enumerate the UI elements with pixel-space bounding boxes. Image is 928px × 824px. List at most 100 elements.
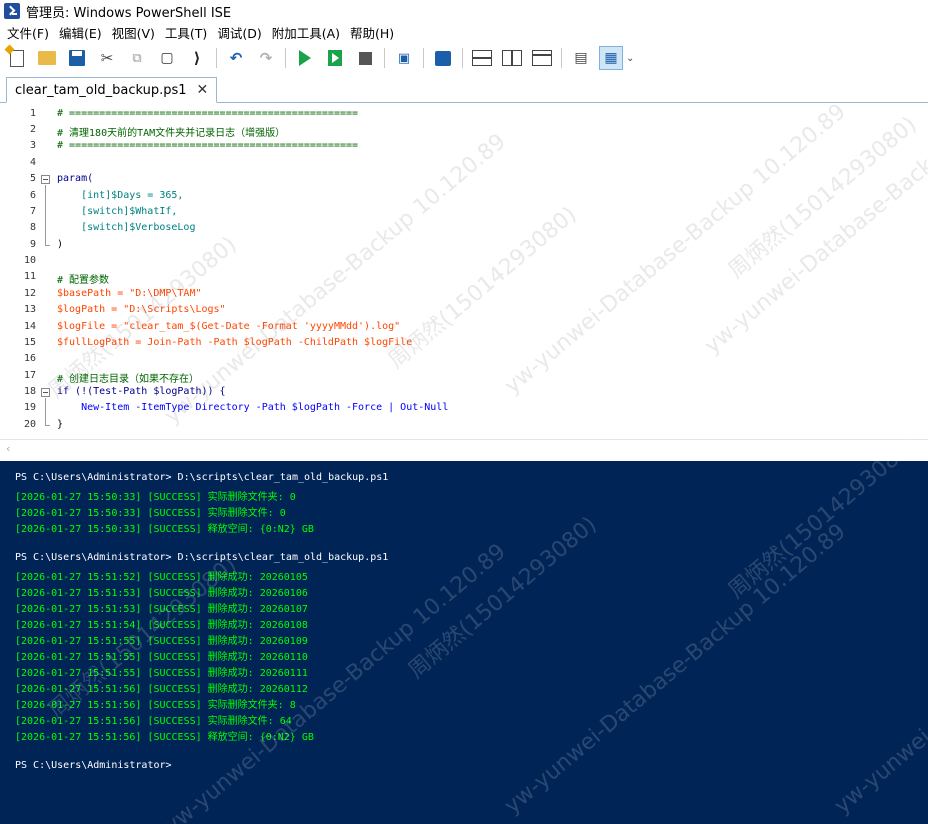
console-line: [2026-01-27 15:51:55] [SUCCESS] 删除成功: 20… bbox=[15, 668, 308, 679]
code-line: # 创建日志目录（如果不存在） bbox=[57, 374, 200, 385]
layout-top-icon[interactable] bbox=[471, 47, 493, 69]
fold-toggle-icon[interactable] bbox=[41, 388, 50, 397]
title-bar: 管理员: Windows PowerShell ISE bbox=[0, 0, 928, 22]
code-line: $logPath = "D:\Scripts\Logs" bbox=[57, 304, 226, 315]
run-selection-icon[interactable] bbox=[324, 47, 346, 69]
line-number-gutter: 1 2 3 4 5 6 7 8 9 10 11 12 13 14 15 16 1… bbox=[0, 104, 38, 439]
copy-icon[interactable]: ⧉ bbox=[126, 47, 148, 69]
console-line: [2026-01-27 15:50:33] [SUCCESS] 实际删除文件夹:… bbox=[15, 492, 296, 503]
tab-label: clear_tam_old_backup.ps1 bbox=[15, 82, 187, 98]
console-icon[interactable]: ⟩ bbox=[186, 47, 208, 69]
console-line: [2026-01-27 15:51:53] [SUCCESS] 删除成功: 20… bbox=[15, 604, 308, 615]
line-number: 13 bbox=[23, 304, 36, 315]
console-line: PS C:\Users\Administrator> D:\scripts\cl… bbox=[15, 472, 389, 483]
code-line: [switch]$VerboseLog bbox=[57, 222, 196, 233]
line-number: 7 bbox=[29, 206, 36, 217]
console-line: [2026-01-27 15:51:53] [SUCCESS] 删除成功: 20… bbox=[15, 588, 308, 599]
powershell-icon[interactable] bbox=[432, 47, 454, 69]
console-line: [2026-01-27 15:50:33] [SUCCESS] 实际删除文件: … bbox=[15, 508, 286, 519]
stop-icon[interactable] bbox=[354, 47, 376, 69]
menu-file[interactable]: 文件(F) bbox=[2, 23, 54, 42]
code-line: # ======================================… bbox=[57, 108, 359, 119]
line-number: 15 bbox=[23, 337, 36, 348]
line-number: 4 bbox=[29, 157, 36, 168]
open-icon[interactable] bbox=[36, 47, 58, 69]
line-number: 8 bbox=[29, 222, 36, 233]
run-icon[interactable] bbox=[294, 47, 316, 69]
toolbar-separator bbox=[462, 48, 463, 68]
toolbar-separator bbox=[384, 48, 385, 68]
menu-help[interactable]: 帮助(H) bbox=[345, 23, 399, 42]
tab-clear-tam-old-backup[interactable]: clear_tam_old_backup.ps1 ✕ bbox=[6, 77, 218, 103]
code-line: ) bbox=[57, 239, 64, 250]
console-line: [2026-01-27 15:51:56] [SUCCESS] 实际删除文件: … bbox=[15, 716, 292, 727]
code-line: New-Item -ItemType Directory -Path $logP… bbox=[57, 402, 449, 413]
console-line: [2026-01-27 15:50:33] [SUCCESS] 释放空间: {0… bbox=[15, 524, 314, 535]
console-line: [2026-01-27 15:51:56] [SUCCESS] 删除成功: 20… bbox=[15, 684, 308, 695]
powershell-ise-icon bbox=[4, 3, 20, 19]
paste-icon[interactable]: ▢ bbox=[156, 47, 178, 69]
menu-addons[interactable]: 附加工具(A) bbox=[267, 23, 345, 42]
console-line: [2026-01-27 15:51:55] [SUCCESS] 删除成功: 20… bbox=[15, 652, 308, 663]
console-line: [2026-01-27 15:51:54] [SUCCESS] 删除成功: 20… bbox=[15, 620, 308, 631]
addon-pane-icon[interactable]: ▦ bbox=[599, 46, 623, 70]
code-line: [int]$Days = 365, bbox=[57, 190, 184, 201]
remote-icon[interactable]: ▣ bbox=[393, 47, 415, 69]
fold-guide bbox=[45, 398, 46, 425]
menu-view[interactable]: 视图(V) bbox=[107, 23, 160, 42]
line-number: 5 bbox=[29, 173, 36, 184]
layout-max-icon[interactable] bbox=[531, 47, 553, 69]
toolbar-separator bbox=[423, 48, 424, 68]
fold-guide-end bbox=[45, 425, 50, 426]
line-number: 16 bbox=[23, 353, 36, 364]
overflow-icon[interactable]: ⌄ bbox=[626, 53, 634, 64]
menu-debug[interactable]: 调试(D) bbox=[212, 23, 266, 42]
new-script-icon[interactable] bbox=[6, 47, 28, 69]
toolbar-separator bbox=[216, 48, 217, 68]
line-number: 2 bbox=[29, 124, 36, 135]
code-line: [switch]$WhatIf, bbox=[57, 206, 178, 217]
menu-bar: 文件(F) 编辑(E) 视图(V) 工具(T) 调试(D) 附加工具(A) 帮助… bbox=[0, 22, 928, 42]
save-icon[interactable] bbox=[66, 47, 88, 69]
code-folding-margin bbox=[41, 104, 53, 439]
line-number: 18 bbox=[23, 386, 36, 397]
console-prompt: PS C:\Users\Administrator> bbox=[15, 760, 172, 771]
line-number: 1 bbox=[29, 108, 36, 119]
console-line: PS C:\Users\Administrator> D:\scripts\cl… bbox=[15, 552, 389, 563]
undo-icon[interactable]: ↶ bbox=[225, 47, 247, 69]
line-number: 19 bbox=[23, 402, 36, 413]
code-line: } bbox=[57, 419, 64, 430]
fold-toggle-icon[interactable] bbox=[41, 175, 50, 184]
console-line: [2026-01-27 15:51:52] [SUCCESS] 删除成功: 20… bbox=[15, 572, 308, 583]
close-icon[interactable]: ✕ bbox=[197, 82, 209, 98]
scroll-left-icon[interactable]: ‹ bbox=[6, 442, 10, 455]
code-line: # 配置参数 bbox=[57, 275, 110, 286]
window-title: 管理员: Windows PowerShell ISE bbox=[26, 5, 232, 21]
console-line: [2026-01-27 15:51:56] [SUCCESS] 实际删除文件夹:… bbox=[15, 700, 296, 711]
code-line: # 清理180天前的TAM文件夹并记录日志（增强版） bbox=[57, 128, 286, 139]
code-line: $logFile = "clear_tam_$(Get-Date -Format… bbox=[57, 321, 401, 332]
line-number: 6 bbox=[29, 190, 36, 201]
code-line: if (!(Test-Path $logPath)) { bbox=[57, 386, 226, 397]
code-line: $basePath = "D:\DMP\TAM" bbox=[57, 288, 202, 299]
code-line: $fullLogPath = Join-Path -Path $logPath … bbox=[57, 337, 413, 348]
redo-icon[interactable]: ↷ bbox=[255, 47, 277, 69]
layout-right-icon[interactable] bbox=[501, 47, 523, 69]
line-number: 11 bbox=[23, 271, 36, 282]
show-commands-icon[interactable]: ▤ bbox=[570, 47, 592, 69]
line-number: 14 bbox=[23, 321, 36, 332]
code-line: param( bbox=[57, 173, 94, 184]
line-number: 12 bbox=[23, 288, 36, 299]
console-pane[interactable]: PS C:\Users\Administrator> D:\scripts\cl… bbox=[0, 461, 928, 824]
menu-tools[interactable]: 工具(T) bbox=[160, 23, 212, 42]
toolbar-separator bbox=[561, 48, 562, 68]
menu-edit[interactable]: 编辑(E) bbox=[54, 23, 107, 42]
editor-horizontal-scrollbar[interactable]: ‹ bbox=[0, 439, 928, 456]
console-line: [2026-01-27 15:51:55] [SUCCESS] 删除成功: 20… bbox=[15, 636, 308, 647]
fold-guide bbox=[45, 185, 46, 245]
console-line: [2026-01-27 15:51:56] [SUCCESS] 释放空间: {0… bbox=[15, 732, 314, 743]
script-editor[interactable]: 1 2 3 4 5 6 7 8 9 10 11 12 13 14 15 16 1… bbox=[0, 104, 928, 439]
line-number: 10 bbox=[23, 255, 36, 266]
cut-icon[interactable]: ✂ bbox=[96, 47, 118, 69]
line-number: 3 bbox=[29, 140, 36, 151]
